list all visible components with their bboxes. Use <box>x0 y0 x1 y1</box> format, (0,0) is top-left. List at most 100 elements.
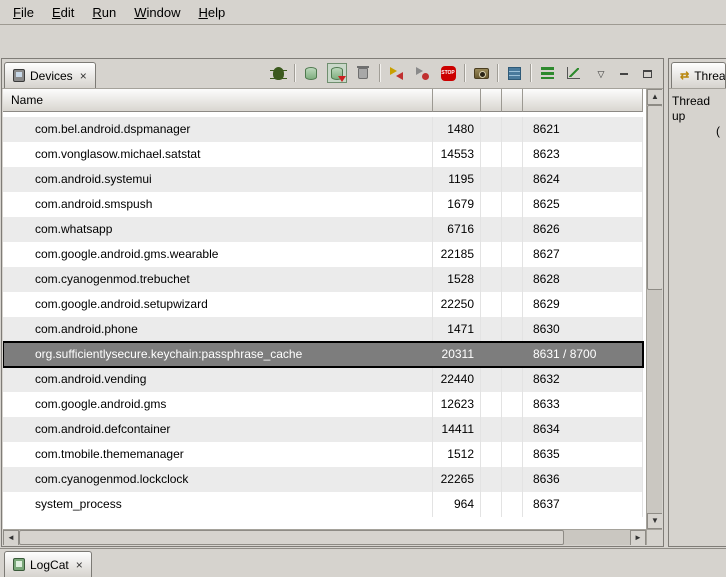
thread-indicator <box>502 367 523 392</box>
process-row[interactable]: com.google.android.gms126238633 <box>3 392 643 417</box>
close-icon[interactable]: × <box>80 69 87 83</box>
thread-indicator <box>502 142 523 167</box>
threads-panel: ⇄ Threads Thread up ( <box>668 58 726 547</box>
process-row[interactable]: org.sufficientlysecure.keychain:passphra… <box>3 342 643 367</box>
toolbar-separator <box>294 64 295 82</box>
tab-logcat[interactable]: LogCat × <box>4 551 92 577</box>
process-pid: 1679 <box>433 192 481 217</box>
tab-threads[interactable]: ⇄ Threads <box>671 62 726 88</box>
process-name: com.bel.android.dspmanager <box>3 117 433 142</box>
vertical-scroll-thumb[interactable] <box>647 105 662 290</box>
process-row[interactable]: com.vonglasow.michael.satstat145538623 <box>3 142 643 167</box>
thread-indicator <box>502 217 523 242</box>
process-pid: 22265 <box>433 467 481 492</box>
process-pid: 14553 <box>433 142 481 167</box>
minimize-icon[interactable] <box>614 65 634 83</box>
method-profiling-icon[interactable] <box>412 63 432 83</box>
view-hierarchy-icon[interactable] <box>504 63 524 83</box>
tab-devices[interactable]: Devices × <box>4 62 96 88</box>
vertical-scrollbar[interactable]: ▲ ▼ <box>646 89 662 529</box>
process-row[interactable]: com.google.android.setupwizard222508629 <box>3 292 643 317</box>
menu-run[interactable]: Run <box>83 1 125 24</box>
heap-indicator <box>481 217 502 242</box>
heap-indicator <box>481 242 502 267</box>
tab-logcat-label: LogCat <box>30 558 69 572</box>
panel-window-buttons: ▽ <box>591 65 657 83</box>
process-row[interactable]: com.cyanogenmod.trebuchet15288628 <box>3 267 643 292</box>
column-header-name[interactable]: Name <box>3 89 433 112</box>
thread-indicator <box>502 317 523 342</box>
process-row[interactable]: com.android.defcontainer144118634 <box>3 417 643 442</box>
main-toolbar <box>0 25 726 57</box>
heap-indicator <box>481 317 502 342</box>
cause-gc-icon[interactable] <box>353 63 373 83</box>
process-port: 8621 <box>523 117 643 142</box>
horizontal-scroll-thumb[interactable] <box>19 530 564 545</box>
process-pid: 12623 <box>433 392 481 417</box>
dump-hprof-icon[interactable] <box>327 63 347 83</box>
maximize-icon[interactable] <box>637 65 657 83</box>
process-name: com.cyanogenmod.lockclock <box>3 467 433 492</box>
process-row[interactable]: com.android.vending224408632 <box>3 367 643 392</box>
close-icon[interactable]: × <box>76 558 83 572</box>
process-port: 8624 <box>523 167 643 192</box>
horizontal-scrollbar[interactable]: ◄ ► <box>3 529 646 545</box>
process-port: 8630 <box>523 317 643 342</box>
view-menu-icon[interactable]: ▽ <box>591 65 611 83</box>
system-info-icon[interactable] <box>537 63 557 83</box>
process-name: com.cyanogenmod.trebuchet <box>3 267 433 292</box>
scroll-up-button[interactable]: ▲ <box>647 89 662 105</box>
application-window: FileEditRunWindowHelp Devices × STOP ▽ N… <box>0 0 726 577</box>
process-row[interactable]: com.tmobile.thememanager15128635 <box>3 442 643 467</box>
process-pid: 964 <box>433 492 481 517</box>
process-pid: 1480 <box>433 117 481 142</box>
process-row[interactable]: com.android.systemui11958624 <box>3 167 643 192</box>
process-row[interactable]: com.bel.android.dspmanager1480 8621 <box>3 117 643 142</box>
process-pid: 20311 <box>433 342 481 367</box>
process-name: org.sufficientlysecure.keychain:passphra… <box>3 342 433 367</box>
thread-indicator <box>502 342 523 367</box>
logcat-panel: LogCat × <box>0 548 726 577</box>
process-row[interactable]: com.android.phone1471 8630 <box>3 317 643 342</box>
heap-indicator <box>481 167 502 192</box>
process-row[interactable]: com.whatsapp67168626 <box>3 217 643 242</box>
process-row[interactable]: com.cyanogenmod.lockclock222658636 <box>3 467 643 492</box>
update-threads-icon[interactable] <box>386 63 406 83</box>
network-stats-icon[interactable] <box>563 63 583 83</box>
process-port: 8632 <box>523 367 643 392</box>
process-pid: 14411 <box>433 417 481 442</box>
scroll-down-button[interactable]: ▼ <box>647 513 662 529</box>
devices-toolbar: STOP <box>268 63 583 83</box>
heap-indicator <box>481 267 502 292</box>
heap-indicator <box>481 442 502 467</box>
menu-help[interactable]: Help <box>189 1 234 24</box>
process-port: 8634 <box>523 417 643 442</box>
threads-icon: ⇄ <box>680 69 689 82</box>
stop-process-icon[interactable]: STOP <box>438 63 458 83</box>
process-name: com.android.phone <box>3 317 433 342</box>
process-pid: 1471 <box>433 317 481 342</box>
process-pid: 22250 <box>433 292 481 317</box>
screen-capture-icon[interactable] <box>471 63 491 83</box>
column-header-pid[interactable] <box>433 89 481 112</box>
process-row[interactable]: system_process9648637 <box>3 492 643 517</box>
column-header-c1[interactable] <box>481 89 502 112</box>
column-header-port[interactable] <box>523 89 643 112</box>
threads-message-line: Thread up <box>672 94 723 124</box>
column-header-c2[interactable] <box>502 89 523 112</box>
process-row[interactable]: com.android.smspush16798625 <box>3 192 643 217</box>
process-pid: 1195 <box>433 167 481 192</box>
process-port: 8628 <box>523 267 643 292</box>
menu-edit[interactable]: Edit <box>43 1 83 24</box>
scroll-right-button[interactable]: ► <box>630 530 646 545</box>
toolbar-separator <box>464 64 465 82</box>
menu-window[interactable]: Window <box>125 1 189 24</box>
process-name: com.vonglasow.michael.satstat <box>3 142 433 167</box>
menu-file[interactable]: File <box>4 1 43 24</box>
process-row[interactable]: com.google.android.gms.wearable221858627 <box>3 242 643 267</box>
update-heap-icon[interactable] <box>301 63 321 83</box>
thread-indicator <box>502 167 523 192</box>
process-port: 8625 <box>523 192 643 217</box>
scroll-left-button[interactable]: ◄ <box>3 530 19 545</box>
debug-process-icon[interactable] <box>268 63 288 83</box>
